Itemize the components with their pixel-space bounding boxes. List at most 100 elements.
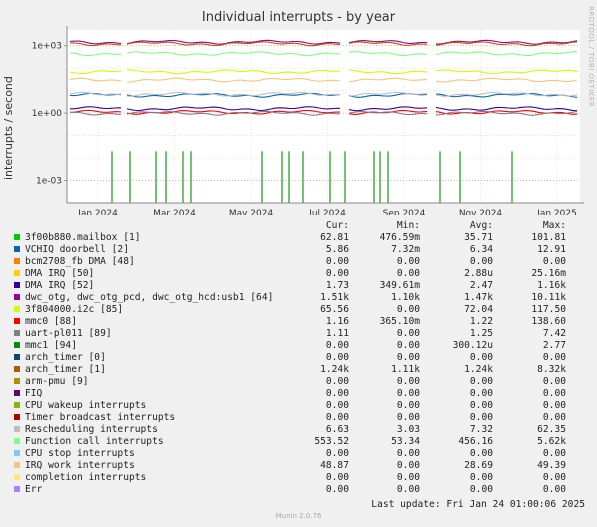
legend-series-name: arch_timer [0]	[25, 352, 106, 363]
legend-cur-value: 0.00	[325, 376, 349, 387]
legend-avg-value: 7.32	[469, 424, 493, 435]
legend-min-value: 0.00	[396, 304, 420, 315]
legend-avg-value: 0.00	[469, 448, 493, 459]
legend-swatch	[14, 486, 20, 492]
legend-swatch	[14, 474, 20, 480]
legend-series-name: mmc1 [94]	[25, 340, 77, 351]
legend-cur-value: 1.24k	[320, 364, 349, 375]
legend-swatch	[14, 282, 20, 288]
legend-max-value: 62.35	[537, 424, 566, 435]
legend-cur-value: 0.00	[325, 472, 349, 483]
legend-series-name: 3f804000.i2c [85]	[25, 304, 124, 315]
legend-series-name: FIQ	[25, 388, 43, 399]
legend-max-value: 138.60	[531, 316, 566, 327]
legend-min-value: 0.00	[396, 376, 420, 387]
legend-swatch	[14, 306, 20, 312]
x-tick-label: Jul 2024	[308, 209, 346, 215]
legend-series-name: VCHIQ doorbell [2]	[25, 244, 129, 255]
legend-cur-value: 1.11	[325, 328, 349, 339]
legend-header-min: Min:	[396, 220, 420, 231]
legend-series-name: 3f00b880.mailbox [1]	[25, 232, 141, 243]
legend-avg-value: 0.00	[469, 376, 493, 387]
legend-cur-value: 0.00	[325, 484, 349, 495]
legend-header-row: Cur: Min: Avg: Max:	[12, 220, 566, 232]
legend-min-value: 0.00	[396, 400, 420, 411]
chart-plot: Jan 2024 Mar 2024 May 2024 Jul 2024 Sep 2024…	[32, 26, 584, 215]
legend-row: mmc1 [94] 0.00 0.00 300.12u 2.77	[12, 340, 566, 352]
legend-row: completion interrupts 0.00 0.00 0.00 0.00	[12, 472, 566, 484]
legend-avg-value: 6.34	[469, 244, 493, 255]
legend-min-value: 1.11k	[391, 364, 420, 375]
legend-cur-value: 1.16	[325, 316, 349, 327]
legend-max-value: 0.00	[542, 400, 566, 411]
legend-max-value: 49.39	[537, 460, 566, 471]
x-tick-label: Sep 2024	[383, 209, 426, 215]
legend-max-value: 101.81	[531, 232, 566, 243]
legend-series: DMA IRQ [50]	[12, 268, 289, 280]
legend-swatch	[14, 342, 20, 348]
legend-swatch	[14, 270, 20, 276]
legend-swatch	[14, 390, 20, 396]
legend-max-value: 0.00	[542, 484, 566, 495]
legend-avg-value: 0.00	[469, 352, 493, 363]
legend-series: dwc_otg, dwc_otg_pcd, dwc_otg_hcd:usb1 […	[12, 292, 289, 304]
legend-avg-value: 0.00	[469, 388, 493, 399]
legend-series-name: uart-pl011 [89]	[25, 328, 112, 339]
legend-cur-value: 5.86	[325, 244, 349, 255]
legend-row: bcm2708_fb DMA [48] 0.00 0.00 0.00 0.00	[12, 256, 566, 268]
legend-min-value: 0.00	[396, 448, 420, 459]
legend-min-value: 476.59m	[379, 232, 420, 243]
legend-max-value: 0.00	[542, 352, 566, 363]
legend-cur-value: 553.52	[314, 436, 349, 447]
legend-avg-value: 2.47	[469, 280, 493, 291]
legend-cur-value: 6.63	[325, 424, 349, 435]
legend-cur-value: 0.00	[325, 268, 349, 279]
legend-series: 3f00b880.mailbox [1]	[12, 232, 289, 244]
legend-avg-value: 1.47k	[464, 292, 493, 303]
legend-swatch	[14, 294, 20, 300]
legend-min-value: 0.00	[396, 256, 420, 267]
plot-background	[67, 30, 580, 203]
legend-series: FIQ	[12, 388, 289, 400]
legend-min-value: 0.00	[396, 268, 420, 279]
legend-max-value: 0.00	[542, 376, 566, 387]
legend-series-name: Err	[25, 484, 43, 495]
legend-series-name: Timer broadcast interrupts	[25, 412, 176, 423]
legend-min-value: 0.00	[396, 460, 420, 471]
legend-swatch	[14, 258, 20, 264]
legend-swatch	[14, 318, 20, 324]
legend-avg-value: 35.71	[464, 232, 493, 243]
legend-series-name: IRQ work interrupts	[25, 460, 135, 471]
legend-row: CPU stop interrupts 0.00 0.00 0.00 0.00	[12, 448, 566, 460]
legend-row: arch_timer [1] 1.24k 1.11k 1.24k 8.32k	[12, 364, 566, 376]
legend-cur-value: 1.51k	[320, 292, 349, 303]
legend-min-value: 0.00	[396, 352, 420, 363]
legend-min-value: 0.00	[396, 412, 420, 423]
legend-series: bcm2708_fb DMA [48]	[12, 256, 289, 268]
legend-series-name: Rescheduling interrupts	[25, 424, 158, 435]
legend-row: FIQ 0.00 0.00 0.00 0.00	[12, 388, 566, 400]
legend-row: CPU wakeup interrupts 0.00 0.00 0.00 0.00	[12, 400, 566, 412]
legend-swatch	[14, 246, 20, 252]
legend-series: IRQ work interrupts	[12, 460, 289, 472]
y-tick-label: 1e-03	[36, 177, 62, 187]
legend-min-value: 0.00	[396, 340, 420, 351]
legend-max-value: 0.00	[542, 472, 566, 483]
legend-avg-value: 0.00	[469, 256, 493, 267]
legend-cur-value: 0.00	[325, 340, 349, 351]
legend-series: VCHIQ doorbell [2]	[12, 244, 289, 256]
legend-rows: 3f00b880.mailbox [1] 62.81 476.59m 35.71 101…	[12, 232, 566, 496]
legend-avg-value: 456.16	[458, 436, 493, 447]
x-tick-label: Mar 2024	[153, 209, 196, 215]
legend-avg-value: 1.22	[469, 316, 493, 327]
legend-max-value: 0.00	[542, 388, 566, 399]
legend-max-value: 2.77	[542, 340, 566, 351]
legend-series: Rescheduling interrupts	[12, 424, 289, 436]
legend-series: mmc0 [88]	[12, 316, 289, 328]
legend-series-name: Function call interrupts	[25, 436, 164, 447]
legend-swatch	[14, 354, 20, 360]
legend-min-value: 0.00	[396, 472, 420, 483]
legend-header-cur: Cur:	[325, 220, 349, 231]
legend-max-value: 1.16k	[537, 280, 566, 291]
legend-row: Timer broadcast interrupts 0.00 0.00 0.00 0.…	[12, 412, 566, 424]
